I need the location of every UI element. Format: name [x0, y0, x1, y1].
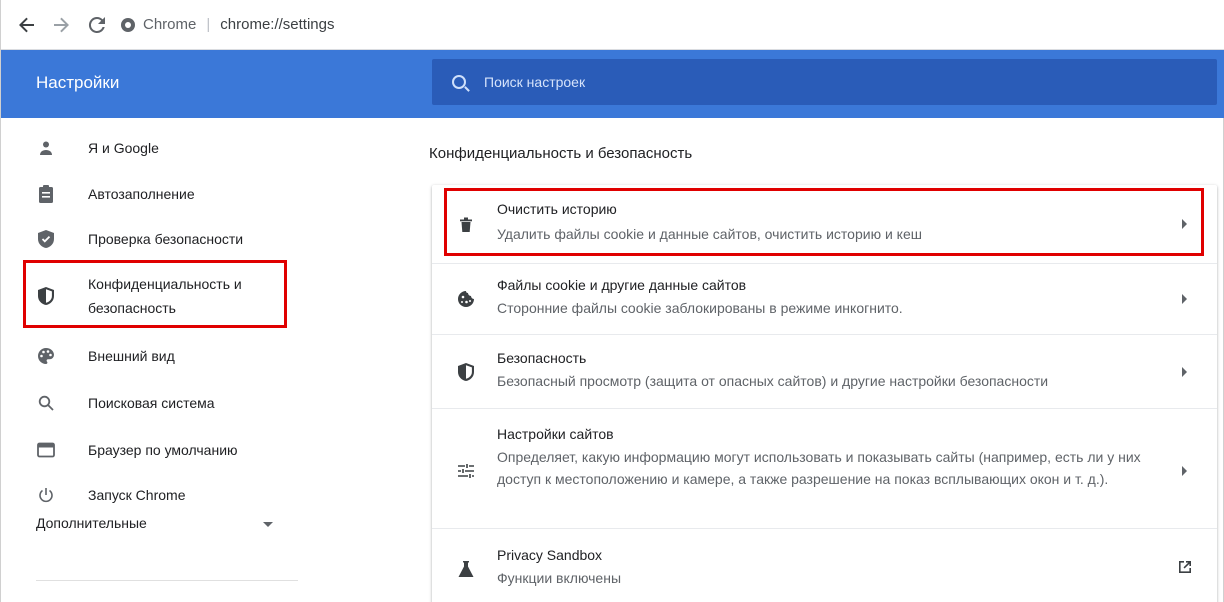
settings-row-privacy-sandbox[interactable]: Privacy Sandbox Функции включены [432, 529, 1217, 602]
browser-toolbar: Chrome | chrome://settings [1, 0, 1224, 50]
chevron-right-icon [1182, 466, 1187, 476]
advanced-section-toggle[interactable]: Дополнительные [36, 515, 147, 531]
settings-row-subtitle: Функции включены [497, 570, 622, 586]
sidebar-item-you-and-google[interactable]: Я и Google [1, 134, 301, 162]
power-icon [37, 486, 55, 504]
sidebar-item-label: Внешний вид [88, 348, 175, 364]
flask-icon [456, 559, 476, 579]
chevron-down-icon[interactable] [263, 522, 273, 527]
chrome-icon [121, 17, 135, 32]
arrow-left-icon [19, 17, 34, 32]
highlight-box [23, 260, 287, 328]
omnibox-separator: | [206, 16, 211, 33]
sidebar-item-label: Проверка безопасности [88, 231, 244, 247]
site-name: Chrome [143, 16, 197, 33]
sidebar: Я и Google Автозаполнение Проверка безоп… [1, 118, 401, 602]
clipboard-icon [37, 185, 55, 203]
sidebar-item-search-engine[interactable]: Поисковая система [1, 389, 301, 417]
back-button[interactable] [13, 11, 41, 39]
settings-row-subtitle: Сторонние файлы cookie заблокированы в р… [497, 300, 903, 316]
settings-row-title: Privacy Sandbox [497, 547, 603, 563]
settings-row-security[interactable]: Безопасность Безопасный просмотр (защита… [432, 335, 1217, 409]
settings-header: Настройки [1, 50, 1224, 118]
browser-window-icon [37, 441, 55, 459]
reload-icon [88, 16, 105, 33]
sidebar-item-safety-check[interactable]: Проверка безопасности [1, 225, 301, 253]
sidebar-item-appearance[interactable]: Внешний вид [1, 342, 301, 370]
shield-half-icon [456, 362, 476, 382]
sidebar-divider [36, 580, 298, 581]
settings-search-box[interactable] [432, 59, 1217, 105]
settings-row-title: Безопасность [497, 350, 587, 366]
person-icon [37, 139, 55, 157]
settings-row-subtitle: Безопасный просмотр (защита от опасных с… [497, 373, 1049, 389]
settings-row-subtitle: Определяет, какую информацию могут испол… [497, 449, 1141, 487]
settings-row-site-settings[interactable]: Настройки сайтов Определяет, какую инфор… [432, 409, 1217, 529]
omnibox[interactable]: Chrome | chrome://settings [121, 16, 334, 33]
search-input[interactable] [484, 74, 1084, 90]
reload-button[interactable] [83, 11, 111, 39]
browser-window: Chrome | chrome://settings Настройки Я и… [0, 0, 1224, 602]
settings-row-title: Настройки сайтов [497, 426, 614, 442]
forward-button[interactable] [47, 11, 75, 39]
url-text: chrome://settings [220, 16, 335, 33]
settings-row-cookies[interactable]: Файлы cookie и другие данные сайтов Стор… [432, 264, 1217, 335]
sidebar-item-autofill[interactable]: Автозаполнение [1, 180, 301, 208]
shield-check-icon [37, 230, 55, 248]
sidebar-item-label: Запуск Chrome [88, 487, 186, 503]
sidebar-item-label: Браузер по умолчанию [88, 442, 238, 458]
section-title: Конфиденциальность и безопасность [429, 145, 693, 162]
sidebar-item-label: Автозаполнение [88, 186, 195, 202]
page-title: Настройки [36, 73, 120, 92]
settings-row-title: Файлы cookie и другие данные сайтов [497, 277, 747, 293]
palette-icon [37, 347, 55, 365]
search-icon [452, 75, 466, 89]
sidebar-item-label: Поисковая система [88, 395, 215, 411]
open-in-new-icon[interactable] [1177, 559, 1193, 575]
chevron-right-icon [1182, 294, 1187, 304]
sidebar-item-on-startup[interactable]: Запуск Chrome [1, 481, 301, 509]
tune-icon [456, 461, 476, 481]
sidebar-item-default-browser[interactable]: Браузер по умолчанию [1, 436, 301, 464]
search-icon [37, 394, 55, 412]
sidebar-item-label: Я и Google [88, 140, 159, 156]
highlight-box [444, 188, 1204, 256]
chevron-right-icon [1182, 367, 1187, 377]
arrow-right-icon [54, 17, 69, 32]
cookie-icon [456, 289, 476, 309]
